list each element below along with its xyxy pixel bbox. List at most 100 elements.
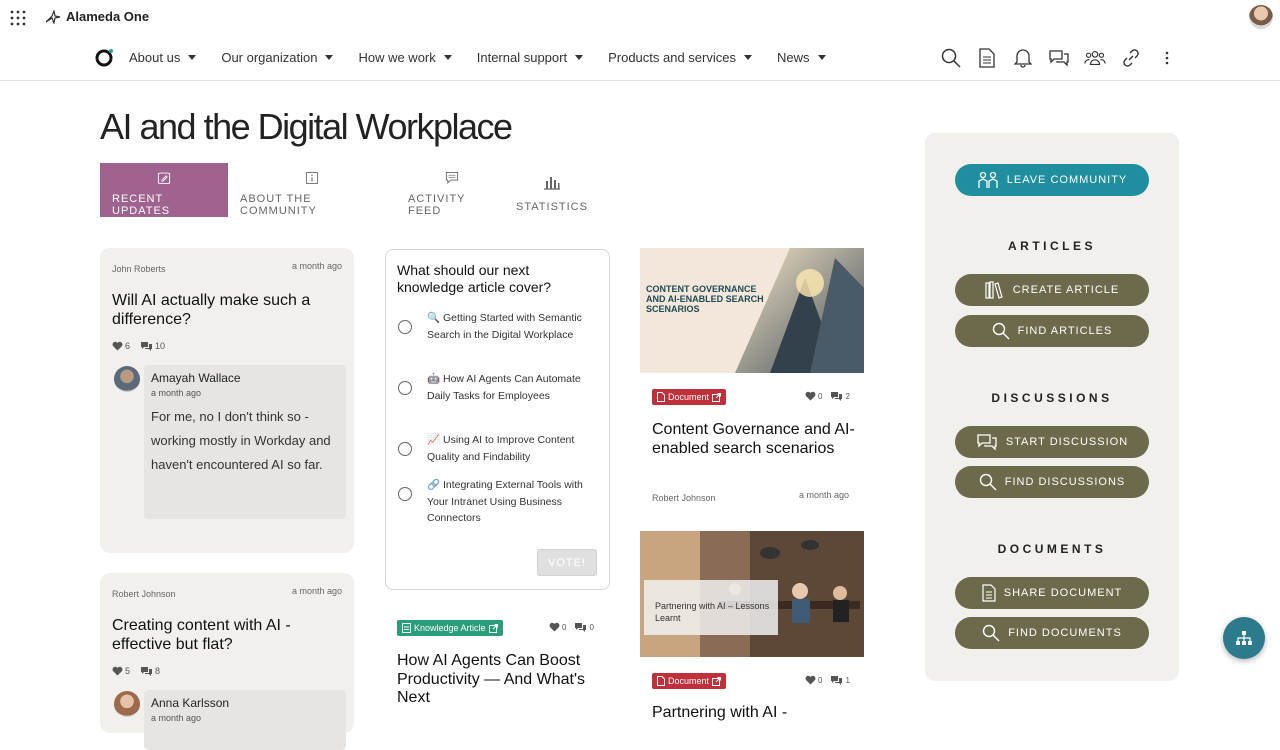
reply-author[interactable]: Anna Karlsson xyxy=(151,696,229,710)
chat-icon xyxy=(977,434,997,451)
likes-count: 5 xyxy=(125,666,131,676)
info-icon xyxy=(305,171,319,185)
post-timestamp: a month ago xyxy=(291,261,342,271)
comments-stat[interactable]: 2 xyxy=(830,391,850,401)
comments-stat[interactable]: 1 xyxy=(830,675,850,685)
button-label: CREATE ARTICLE xyxy=(1012,284,1120,296)
post-card[interactable]: Robert Johnson a month ago Creating cont… xyxy=(100,573,354,750)
magnifier-emoji-icon: 🔍 xyxy=(427,312,441,324)
likes-stat[interactable]: 6 xyxy=(112,341,130,351)
sitemap-fab-button[interactable] xyxy=(1223,617,1265,659)
reply-avatar[interactable] xyxy=(114,366,140,392)
discussions-heading: DISCUSSIONS xyxy=(991,391,1113,405)
likes-stat[interactable]: 0 xyxy=(805,675,822,685)
user-avatar[interactable] xyxy=(1249,5,1273,29)
reply-comment: Anna Karlsson a month ago xyxy=(144,690,346,750)
robot-emoji-icon: 🤖 xyxy=(427,373,441,385)
nav-our-organization[interactable]: Our organization xyxy=(221,50,334,65)
item-author[interactable]: Robert Johnson xyxy=(652,493,716,503)
post-card[interactable]: John Roberts a month ago Will AI actuall… xyxy=(100,248,354,553)
poll-option-text: Using AI to Improve Content Quality and … xyxy=(427,434,575,463)
comments-stat[interactable]: 10 xyxy=(140,341,165,351)
document-thumbnail[interactable]: CONTENT GOVERNANCE AND AI-ENABLED SEARCH… xyxy=(640,248,864,373)
chat-icon[interactable] xyxy=(1048,47,1070,69)
post-author[interactable]: John Roberts xyxy=(112,264,166,274)
home-logo-icon[interactable] xyxy=(94,48,114,68)
brand-name: Alameda One xyxy=(66,9,150,24)
poll-question: What should our next knowledge article c… xyxy=(397,262,552,295)
comments-count: 8 xyxy=(155,666,161,676)
post-title[interactable]: Will AI actually make such a difference? xyxy=(112,291,342,329)
people-icon[interactable] xyxy=(1084,47,1106,69)
nav-how-we-work[interactable]: How we work xyxy=(358,50,452,65)
post-author[interactable]: Robert Johnson xyxy=(112,589,176,599)
item-timestamp: a month ago xyxy=(799,490,850,500)
item-title[interactable]: Content Governance and AI-enabled search… xyxy=(652,421,862,458)
bell-icon[interactable] xyxy=(1012,47,1034,69)
likes-count: 6 xyxy=(125,341,131,351)
chart-emoji-icon: 📈 xyxy=(427,434,441,446)
radio-button[interactable] xyxy=(398,320,412,334)
radio-button[interactable] xyxy=(398,381,412,395)
radio-button[interactable] xyxy=(398,442,412,456)
comment-icon xyxy=(445,171,459,184)
vote-button[interactable]: VOTE! xyxy=(537,549,597,576)
start-discussion-button[interactable]: START DISCUSSION xyxy=(955,426,1149,458)
item-title[interactable]: How AI Agents Can Boost Productivity — A… xyxy=(397,652,607,708)
share-document-button[interactable]: SHARE DOCUMENT xyxy=(955,577,1149,609)
comments-count: 2 xyxy=(845,391,850,401)
app-launcher-icon[interactable] xyxy=(10,10,26,26)
link-icon[interactable] xyxy=(1120,47,1142,69)
badge-label: Document xyxy=(668,676,710,686)
radio-button[interactable] xyxy=(398,487,412,501)
document-thumbnail[interactable]: Partnering with AI – Lessons Learnt xyxy=(640,531,864,657)
chevron-down-icon xyxy=(188,55,197,60)
nav-products-and-services[interactable]: Products and services xyxy=(608,50,752,65)
document-badge[interactable]: Document xyxy=(652,389,727,405)
nav-about-us[interactable]: About us xyxy=(129,50,197,65)
search-icon[interactable] xyxy=(940,47,962,69)
nav-internal-support[interactable]: Internal support xyxy=(477,50,584,65)
poll-option[interactable]: 🔗 Integrating External Tools with Your I… xyxy=(398,477,598,527)
tab-activity-feed[interactable]: ACTIVITY FEED xyxy=(396,163,508,217)
comments-count: 0 xyxy=(589,622,594,632)
likes-stat[interactable]: 5 xyxy=(112,666,130,676)
tab-about-the-community[interactable]: ABOUT THE COMMUNITY xyxy=(228,163,396,217)
books-icon xyxy=(985,281,1003,299)
heart-icon xyxy=(112,666,123,676)
chevron-down-icon xyxy=(325,55,334,60)
likes-stat[interactable]: 0 xyxy=(805,391,822,401)
page-title: AI and the Digital Workplace xyxy=(100,106,513,147)
comments-stat[interactable]: 0 xyxy=(574,622,594,632)
link-emoji-icon: 🔗 xyxy=(427,479,441,491)
document-badge[interactable]: Document xyxy=(652,673,727,689)
tab-recent-updates[interactable]: RECENT UPDATES xyxy=(100,163,228,217)
comments-icon xyxy=(575,623,587,632)
reply-author[interactable]: Amayah Wallace xyxy=(151,371,241,385)
poll-option[interactable]: 🤖 How AI Agents Can Automate Daily Tasks… xyxy=(398,371,598,404)
reply-avatar[interactable] xyxy=(114,691,140,717)
main-navigation: About us Our organization How we work In… xyxy=(0,36,1280,81)
poll-option-text: Getting Started with Semantic Search in … xyxy=(427,312,582,341)
button-label: LEAVE COMMUNITY xyxy=(1006,174,1128,186)
more-icon[interactable] xyxy=(1156,47,1178,69)
community-sidebar: LEAVE COMMUNITY ARTICLES CREATE ARTICLE … xyxy=(925,133,1179,681)
find-discussions-button[interactable]: FIND DISCUSSIONS xyxy=(955,466,1149,498)
item-stats: 0 2 xyxy=(805,391,850,401)
poll-option[interactable]: 📈 Using AI to Improve Content Quality an… xyxy=(398,432,598,465)
nav-news[interactable]: News xyxy=(777,50,826,65)
comments-stat[interactable]: 8 xyxy=(140,666,160,676)
post-stats: 6 10 xyxy=(112,341,165,351)
poll-option[interactable]: 🔍 Getting Started with Semantic Search i… xyxy=(398,310,598,343)
post-title[interactable]: Creating content with AI - effective but… xyxy=(112,616,342,654)
brand-logo[interactable]: Alameda One xyxy=(44,9,149,24)
tab-statistics[interactable]: STATISTICS xyxy=(508,163,596,217)
document-icon[interactable] xyxy=(976,47,998,69)
thumbnail-caption: Partnering with AI – Lessons Learnt xyxy=(644,580,778,635)
knowledge-article-badge[interactable]: Knowledge Article xyxy=(397,620,503,636)
find-articles-button[interactable]: FIND ARTICLES xyxy=(955,315,1149,347)
likes-stat[interactable]: 0 xyxy=(549,622,566,632)
find-documents-button[interactable]: FIND DOCUMENTS xyxy=(955,617,1149,649)
leave-community-button[interactable]: LEAVE COMMUNITY xyxy=(955,164,1149,196)
create-article-button[interactable]: CREATE ARTICLE xyxy=(955,274,1149,306)
